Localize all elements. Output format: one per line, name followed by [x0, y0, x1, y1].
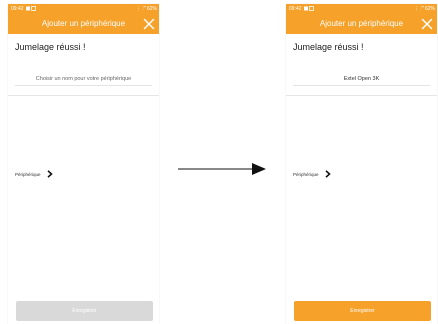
screen-comparison: 09:42 ⋮ .‴ 62% Ajouter un périphérique J…: [0, 0, 438, 324]
pairing-success-title: Jumelage réussi !: [293, 42, 364, 52]
chevron-right-icon: [324, 170, 331, 178]
notification-icons: [26, 6, 36, 11]
device-selector-row[interactable]: Périphérique: [293, 169, 331, 179]
status-bar: 09:42 ⋮ .‴ 62%: [286, 4, 437, 14]
app-header: Ajouter un périphérique: [8, 14, 159, 34]
app-header: Ajouter un périphérique: [286, 14, 437, 34]
header-title: Ajouter un périphérique: [41, 19, 126, 28]
device-name-field[interactable]: Extel Open 3K: [293, 73, 430, 86]
device-name-field[interactable]: Choisir un nom pour votre périphérique: [15, 73, 152, 86]
header-title: Ajouter un périphérique: [319, 19, 404, 28]
device-selector-row[interactable]: Périphérique: [15, 169, 53, 179]
status-bar: 09:42 ⋮ .‴ 62%: [8, 4, 159, 14]
battery-signal-status: ⋮ .‴ 62%: [136, 6, 157, 12]
close-icon[interactable]: [420, 17, 434, 31]
section-divider: [286, 95, 437, 96]
device-label: Périphérique: [293, 171, 319, 177]
status-time: 09:42: [11, 6, 24, 12]
save-button[interactable]: Enregistrer: [16, 301, 153, 321]
phone-screen-before: 09:42 ⋮ .‴ 62% Ajouter un périphérique J…: [8, 4, 159, 324]
battery-signal-status: ⋮ .‴ 62%: [414, 6, 435, 12]
pairing-success-title: Jumelage réussi !: [15, 42, 86, 52]
phone-screen-after: 09:42 ⋮ .‴ 62% Ajouter un périphérique J…: [286, 4, 437, 324]
notification-icons: [304, 6, 314, 11]
close-icon[interactable]: [142, 17, 156, 31]
status-time: 09:42: [289, 6, 302, 12]
save-button[interactable]: Enregistrer: [294, 301, 431, 321]
chevron-right-icon: [46, 170, 53, 178]
device-label: Périphérique: [15, 171, 41, 177]
section-divider: [8, 95, 159, 96]
transition-arrow-icon: [178, 163, 266, 175]
